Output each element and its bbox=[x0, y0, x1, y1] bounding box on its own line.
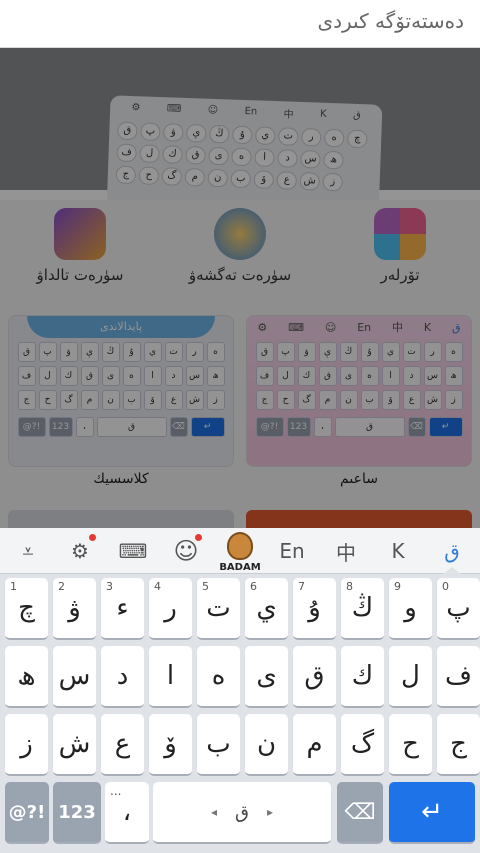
letter-key[interactable]: 3ء bbox=[101, 578, 144, 640]
letter-key[interactable]: ن bbox=[245, 714, 288, 776]
left-arrow-icon: ◂ bbox=[210, 805, 218, 819]
title-bar: دەستەتۆگە كىردى bbox=[0, 0, 480, 48]
numbers-key[interactable]: 123 bbox=[53, 782, 101, 844]
letter-key[interactable]: ز bbox=[5, 714, 48, 776]
letter-key[interactable]: س bbox=[53, 646, 96, 708]
page-title: دەستەتۆگە كىردى bbox=[317, 9, 464, 33]
english-icon[interactable]: En bbox=[266, 528, 318, 574]
collapse-icon[interactable]: ⩡ bbox=[2, 528, 54, 574]
letter-key[interactable]: ك bbox=[341, 646, 384, 708]
letter-key[interactable]: 4ر bbox=[149, 578, 192, 640]
letter-key[interactable]: 7ۇ bbox=[293, 578, 336, 640]
letter-key[interactable]: ش bbox=[53, 714, 96, 776]
space-label: ق bbox=[235, 801, 249, 823]
letter-key[interactable]: 8ڭ bbox=[341, 578, 384, 640]
emoji-icon[interactable]: ☺ bbox=[160, 528, 212, 574]
badam-label: BADAM bbox=[219, 562, 261, 573]
letter-key[interactable]: ل bbox=[389, 646, 432, 708]
badam-icon[interactable]: BADAM bbox=[212, 528, 268, 574]
keyboard-icon[interactable]: ⌨ bbox=[107, 528, 159, 574]
letter-key[interactable]: ب bbox=[197, 714, 240, 776]
dim-overlay bbox=[0, 0, 480, 528]
letter-key[interactable]: 5ت bbox=[197, 578, 240, 640]
letter-key[interactable]: 2ۋ bbox=[53, 578, 96, 640]
punctuation-key[interactable]: ... ، bbox=[105, 782, 149, 844]
keyboard-toolbar: ⩡ ⚙ ⌨ ☺ BADAM En 中 K ق bbox=[0, 528, 480, 575]
letter-key[interactable]: ە bbox=[197, 646, 240, 708]
letter-key[interactable]: ق bbox=[293, 646, 336, 708]
letter-key[interactable]: ۆ bbox=[149, 714, 192, 776]
letter-key[interactable]: 6ي bbox=[245, 578, 288, 640]
letter-key[interactable]: 9و bbox=[389, 578, 432, 640]
uyghur-icon[interactable]: ق bbox=[426, 528, 478, 575]
letter-key[interactable]: ف bbox=[437, 646, 480, 708]
letter-key[interactable]: ى bbox=[245, 646, 288, 708]
letter-key[interactable]: ا bbox=[149, 646, 192, 708]
letter-key[interactable]: م bbox=[293, 714, 336, 776]
space-key[interactable]: ◂ ق ▸ bbox=[153, 782, 331, 844]
letter-key[interactable]: ج bbox=[437, 714, 480, 776]
settings-icon[interactable]: ⚙ bbox=[54, 528, 106, 574]
letter-key[interactable]: گ bbox=[341, 714, 384, 776]
letter-key[interactable]: ح bbox=[389, 714, 432, 776]
letter-key[interactable]: 1چ bbox=[5, 578, 48, 640]
letter-key[interactable]: ع bbox=[101, 714, 144, 776]
letter-key[interactable]: 0پ bbox=[437, 578, 480, 640]
letter-key[interactable]: د bbox=[101, 646, 144, 708]
soft-keyboard: ⩡ ⚙ ⌨ ☺ BADAM En 中 K ق @?! 123 ... ، ◂ ق… bbox=[0, 528, 480, 853]
background-app: دەستەتۆگە كىردى ⚙ ⌨ ☺ En 中 K ق ق پ ۋ ې ڭ ۇ ي ت ر ە چ ف ل ك ق ى… bbox=[0, 0, 480, 528]
enter-key[interactable]: ↵ bbox=[389, 782, 475, 844]
backspace-key[interactable]: ⌫ bbox=[337, 782, 383, 844]
right-arrow-icon: ▸ bbox=[266, 805, 274, 819]
symbols-key[interactable]: @?! bbox=[5, 782, 49, 844]
chinese-icon[interactable]: 中 bbox=[320, 528, 372, 574]
letter-key[interactable]: ھ bbox=[5, 646, 48, 708]
kazakh-icon[interactable]: K bbox=[372, 528, 424, 574]
